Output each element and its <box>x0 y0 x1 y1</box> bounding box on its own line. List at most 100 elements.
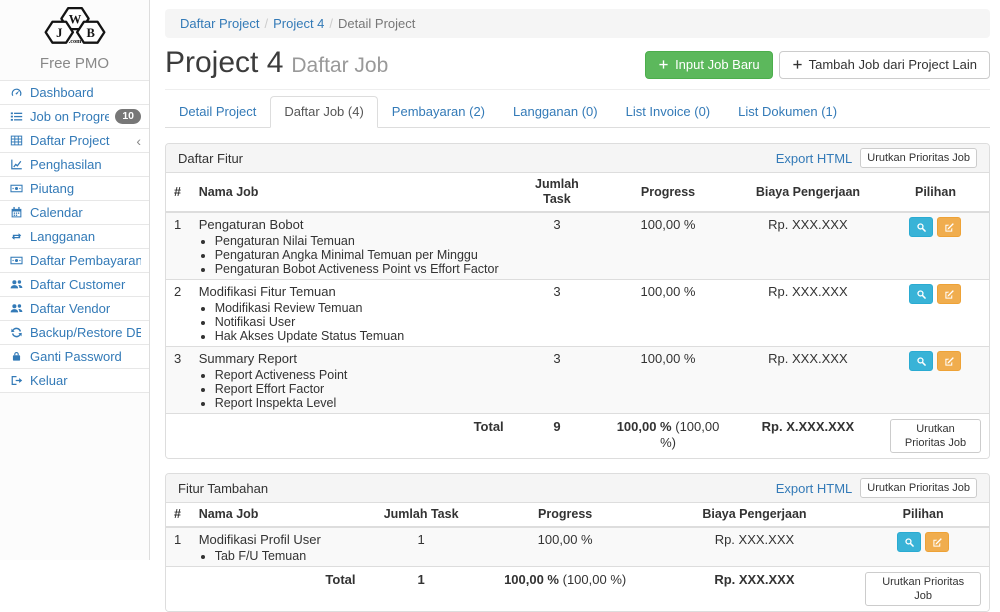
subtask-item: Report Inspekta Level <box>215 396 504 410</box>
money-icon <box>8 182 24 195</box>
subtask-list: Pengaturan Nilai TemuanPengaturan Angka … <box>215 234 504 276</box>
total-label: Total <box>191 414 512 459</box>
sort-priority-button[interactable]: Urutkan Prioritas Job <box>865 572 981 606</box>
edit-job-button[interactable] <box>925 532 949 552</box>
brand-text: Free PMO <box>0 51 149 80</box>
retweet-icon <box>8 230 24 243</box>
sort-priority-button[interactable]: Urutkan Prioritas Job <box>860 478 977 498</box>
tab-detail-project[interactable]: Detail Project <box>165 96 270 128</box>
sort-priority-button[interactable]: Urutkan Prioritas Job <box>890 419 981 453</box>
subtask-item: Pengaturan Bobot Activeness Point vs Eff… <box>215 262 504 276</box>
subtask-list: Modifikasi Review TemuanNotifikasi UserH… <box>215 301 504 343</box>
subtask-item: Pengaturan Angka Minimal Temuan per Ming… <box>215 248 504 262</box>
tab-list-dokumen-1[interactable]: List Dokumen (1) <box>724 96 851 128</box>
calendar-icon <box>8 206 24 219</box>
app: W J B .com Free PMO DashboardJob on Prog… <box>0 0 1000 560</box>
total-empty-cell <box>166 414 191 459</box>
lock-icon <box>8 350 24 363</box>
edit-job-button[interactable] <box>937 284 961 304</box>
breadcrumb-link-daftar-project[interactable]: Daftar Project <box>180 16 259 31</box>
row-actions <box>890 351 981 371</box>
table-row: 1Modifikasi Profil UserTab F/U Temuan110… <box>166 527 989 567</box>
view-job-button[interactable] <box>909 217 933 237</box>
sidebar-item-piutang[interactable]: Piutang <box>0 177 149 201</box>
sidebar-item-dashboard[interactable]: Dashboard <box>0 81 149 105</box>
subtask-item: Modifikasi Review Temuan <box>215 301 504 315</box>
panel-heading-actions: Export HTML Urutkan Prioritas Job <box>776 478 977 498</box>
total-progress-value: 100,00 % <box>617 419 672 434</box>
sidebar-item-label: Keluar <box>30 373 141 388</box>
sidebar-item-label: Daftar Customer <box>30 277 141 292</box>
sidebar-item-label: Daftar Vendor <box>30 301 141 316</box>
sidebar-item-daftar-project[interactable]: Daftar Project‹ <box>0 129 149 153</box>
panel-heading-actions: Export HTML Urutkan Prioritas Job <box>776 148 977 168</box>
button-label: Input Job Baru <box>675 57 760 73</box>
biaya-cell: Rp. XXX.XXX <box>652 527 858 567</box>
sidebar-item-label: Daftar Pembayaran <box>30 253 141 268</box>
sidebar-item-daftar-customer[interactable]: Daftar Customer <box>0 273 149 297</box>
jumlah-task-cell: 3 <box>512 347 603 414</box>
job-table: #Nama JobJumlah TaskProgressBiaya Penger… <box>166 503 989 611</box>
export-html-link[interactable]: Export HTML <box>776 150 853 167</box>
edit-job-button[interactable] <box>937 351 961 371</box>
panels-container: Daftar Fitur Export HTML Urutkan Prioritas… <box>165 143 990 612</box>
sidebar-item-daftar-vendor[interactable]: Daftar Vendor <box>0 297 149 321</box>
refresh-icon <box>8 326 24 339</box>
pilihan-cell <box>882 280 989 347</box>
row-number: 2 <box>166 280 191 347</box>
sidebar-item-keluar[interactable]: Keluar <box>0 369 149 393</box>
jumlah-task-cell: 3 <box>512 212 603 280</box>
tab-langganan-0[interactable]: Langganan (0) <box>499 96 612 128</box>
sidebar-item-calendar[interactable]: Calendar <box>0 201 149 225</box>
search-icon <box>904 537 915 548</box>
total-jumlah-task: 1 <box>364 567 479 612</box>
progress-cell: 100,00 % <box>479 527 652 567</box>
breadcrumb-separator: / <box>264 16 268 31</box>
edit-job-button[interactable] <box>937 217 961 237</box>
table-row: 3Summary ReportReport Activeness PointRe… <box>166 347 989 414</box>
tab-pembayaran-2[interactable]: Pembayaran (2) <box>378 96 499 128</box>
breadcrumb-current: Detail Project <box>338 16 415 31</box>
page-title-text: Project 4 <box>165 46 283 79</box>
total-progress-note: (100,00 %) <box>563 572 627 587</box>
sort-priority-button[interactable]: Urutkan Prioritas Job <box>860 148 977 168</box>
job-name: Modifikasi Profil User <box>199 532 356 548</box>
subtask-item: Hak Akses Update Status Temuan <box>215 329 504 343</box>
pilihan-cell <box>882 212 989 280</box>
sidebar-item-daftar-pembayaran[interactable]: Daftar Pembayaran <box>0 249 149 273</box>
view-job-button[interactable] <box>897 532 921 552</box>
jumlah-task-cell: 1 <box>364 527 479 567</box>
tab-list-invoice-0[interactable]: List Invoice (0) <box>612 96 725 128</box>
view-job-button[interactable] <box>909 284 933 304</box>
page-header: Project 4Daftar Job Input Job BaruTambah… <box>165 46 990 90</box>
svg-text:J: J <box>56 26 62 40</box>
jwb-logo: W J B .com <box>0 0 149 51</box>
sidebar-item-job-on-progress[interactable]: Job on Progress10 <box>0 105 149 129</box>
total-progress: 100,00 % (100,00 %) <box>479 567 652 612</box>
sidebar-item-penghasilan[interactable]: Penghasilan <box>0 153 149 177</box>
total-label: Total <box>191 567 364 612</box>
view-job-button[interactable] <box>909 351 933 371</box>
subtask-item: Pengaturan Nilai Temuan <box>215 234 504 248</box>
tab-daftar-job-4[interactable]: Daftar Job (4) <box>270 96 377 128</box>
sidebar-item-label: Piutang <box>30 181 141 196</box>
search-icon <box>916 222 927 233</box>
sidebar-item-label: Penghasilan <box>30 157 141 172</box>
input-job-baru-button[interactable]: Input Job Baru <box>645 51 773 79</box>
biaya-cell: Rp. XXX.XXX <box>734 212 882 280</box>
tambah-job-dari-project-lain-button[interactable]: Tambah Job dari Project Lain <box>779 51 990 79</box>
panel-title: Fitur Tambahan <box>178 480 268 497</box>
progress-cell: 100,00 % <box>602 347 734 414</box>
panel-title: Daftar Fitur <box>178 150 243 167</box>
total-jumlah-task: 9 <box>512 414 603 459</box>
table-header-row: #Nama JobJumlah TaskProgressBiaya Penger… <box>166 173 989 212</box>
sidebar-item-backup-restore-db[interactable]: Backup/Restore DB <box>0 321 149 345</box>
sidebar-item-ganti-password[interactable]: Ganti Password <box>0 345 149 369</box>
export-html-link[interactable]: Export HTML <box>776 480 853 497</box>
panel-heading: Daftar Fitur Export HTML Urutkan Prioritas… <box>166 144 989 173</box>
sidebar-item-langganan[interactable]: Langganan <box>0 225 149 249</box>
breadcrumb-link-project-4[interactable]: Project 4 <box>273 16 324 31</box>
total-row: Total9100,00 % (100,00 %)Rp. X.XXX.XXXUr… <box>166 414 989 459</box>
total-row: Total1100,00 % (100,00 %)Rp. XXX.XXXUrut… <box>166 567 989 612</box>
row-actions <box>865 532 981 552</box>
